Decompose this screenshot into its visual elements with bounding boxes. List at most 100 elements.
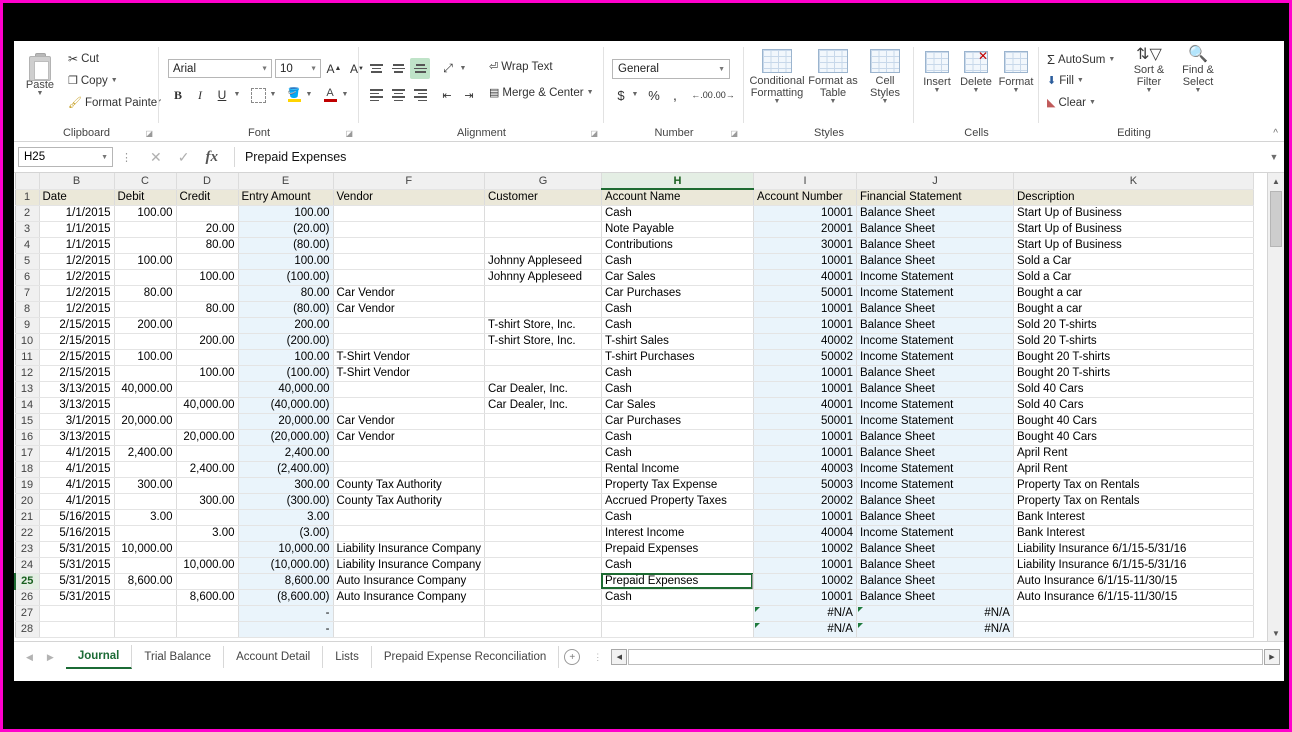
column-header-H[interactable]: H [600, 173, 754, 190]
cell-date[interactable]: 4/1/2015 [39, 445, 115, 462]
cell-entry-amount[interactable]: (300.00) [238, 493, 334, 510]
chevron-down-icon[interactable]: ▼ [1108, 56, 1115, 63]
cell-entry-amount[interactable]: (40,000.00) [238, 397, 334, 414]
table-row[interactable]: 17 4/1/2015 2,400.00 2,400.00 Cash 10001 Balan… [14, 444, 1254, 462]
cell-vendor[interactable] [333, 461, 485, 478]
cell-credit[interactable] [176, 445, 239, 462]
cell-financial-statement[interactable]: Balance Sheet [856, 541, 1014, 558]
format-as-table-button[interactable]: Format as Table ▼ [807, 49, 859, 105]
row-header-8[interactable]: 8 [14, 300, 40, 318]
underline-button[interactable]: U [212, 85, 232, 105]
cell-account-name[interactable]: Cash [601, 429, 754, 446]
fill-button[interactable]: ⬇ Fill ▼ [1045, 73, 1086, 88]
insert-cells-button[interactable]: Insert ▼ [918, 51, 956, 94]
select-all-button[interactable] [14, 173, 40, 190]
bold-button[interactable]: B [168, 85, 188, 105]
clear-button[interactable]: ◣ Clear ▼ [1045, 95, 1098, 110]
name-box[interactable]: H25 ▼ [18, 147, 113, 167]
cell-entry-amount[interactable]: (80.00) [238, 237, 334, 254]
table-row[interactable]: 10 2/15/2015 200.00 (200.00) T-shirt Store, … [14, 332, 1254, 350]
cell-date[interactable]: 1/1/2015 [39, 205, 115, 222]
cell-description[interactable]: Sold 20 T-shirts [1013, 317, 1254, 334]
cell-financial-statement[interactable]: Balance Sheet [856, 381, 1014, 398]
chevron-down-icon[interactable]: ▼ [37, 90, 44, 97]
cell-credit[interactable]: 2,400.00 [176, 461, 239, 478]
cell-debit[interactable]: 10,000.00 [114, 541, 177, 558]
sheet-tab-journal[interactable]: Journal [65, 645, 133, 669]
row-header-11[interactable]: 11 [14, 348, 40, 366]
cell-account-name[interactable]: Car Sales [601, 397, 754, 414]
cell-debit[interactable]: 100.00 [114, 253, 177, 270]
align-bottom-button[interactable] [410, 58, 430, 79]
cell-credit[interactable] [176, 413, 239, 430]
column-header-E[interactable]: E [237, 173, 334, 190]
cell-financial-statement[interactable]: Balance Sheet [856, 317, 1014, 334]
horizontal-scroll-track[interactable] [628, 649, 1263, 665]
row-header-20[interactable]: 20 [14, 492, 40, 510]
row-header-18[interactable]: 18 [14, 460, 40, 478]
decrease-indent-button[interactable]: ⇤ [437, 85, 457, 105]
cell-account-number[interactable]: 20001 [753, 221, 857, 238]
cell-vendor[interactable]: Auto Insurance Company [333, 589, 485, 606]
cell-description[interactable]: Start Up of Business [1013, 237, 1254, 254]
sheet-tab-prepaid-expense-reconciliation[interactable]: Prepaid Expense Reconciliation [372, 646, 560, 668]
cell-credit[interactable] [176, 317, 239, 334]
cell-financial-statement[interactable]: Balance Sheet [856, 493, 1014, 510]
check-icon[interactable]: ✓ [178, 149, 190, 166]
cell-description[interactable]: April Rent [1013, 461, 1254, 478]
cell-credit[interactable]: 10,000.00 [176, 557, 239, 574]
cell-debit[interactable] [114, 493, 177, 510]
cell-date[interactable]: 2/15/2015 [39, 317, 115, 334]
cell-customer[interactable] [484, 477, 602, 494]
cell-customer[interactable]: Johnny Appleseed [484, 269, 602, 286]
cell-financial-statement[interactable]: Balance Sheet [856, 221, 1014, 238]
cell-account-number[interactable]: 10001 [753, 557, 857, 574]
cell-customer[interactable] [484, 541, 602, 558]
cell-description[interactable]: Bought 40 Cars [1013, 413, 1254, 430]
cell-credit[interactable]: 300.00 [176, 493, 239, 510]
column-header-C[interactable]: C [113, 173, 177, 190]
cell-account-name[interactable]: Cash [601, 557, 754, 574]
cell-entry-amount[interactable]: 8,600.00 [238, 573, 334, 590]
cell-vendor[interactable]: County Tax Authority [333, 493, 485, 510]
cell-vendor[interactable] [333, 317, 485, 334]
cell-vendor[interactable]: Auto Insurance Company [333, 573, 485, 590]
cell-customer[interactable] [484, 413, 602, 430]
row-header-23[interactable]: 23 [14, 540, 40, 558]
cell-vendor[interactable] [333, 445, 485, 462]
grow-font-button[interactable]: A ▲ [324, 59, 344, 78]
cell-description[interactable]: Sold a Car [1013, 253, 1254, 270]
row-header-25[interactable]: 25 [14, 572, 40, 590]
cell-account-number[interactable]: 10001 [753, 509, 857, 526]
cell-entry-amount[interactable]: (20,000.00) [238, 429, 334, 446]
cell-entry-amount[interactable]: 20,000.00 [238, 413, 334, 430]
cell-date[interactable]: 3/13/2015 [39, 397, 115, 414]
cell-date[interactable]: 4/1/2015 [39, 461, 115, 478]
align-left-button[interactable] [366, 85, 386, 105]
column-header-F[interactable]: F [332, 173, 485, 190]
table-row[interactable]: 15 3/1/2015 20,000.00 20,000.00 Car Vendor Ca… [14, 412, 1254, 430]
cell-description[interactable]: Property Tax on Rentals [1013, 493, 1254, 510]
cell-entry-amount[interactable]: 300.00 [238, 477, 334, 494]
cell-credit[interactable] [176, 621, 239, 638]
table-row[interactable]: 2 1/1/2015 100.00 100.00 Cash 10001 Balance Sh… [14, 204, 1254, 222]
find-select-button[interactable]: 🔍 Find & Select ▼ [1174, 47, 1222, 95]
delete-cells-button[interactable]: ✕ Delete ▼ [957, 50, 995, 94]
cell-customer[interactable] [484, 205, 602, 222]
cell-account-name[interactable]: Prepaid Expenses▼ [601, 573, 754, 590]
cell-credit[interactable] [176, 605, 239, 622]
cell-debit[interactable]: 2,400.00 [114, 445, 177, 462]
table-row[interactable]: 25 5/31/2015 8,600.00 8,600.00 Auto Insuranc… [14, 572, 1254, 590]
row-header-6[interactable]: 6 [14, 268, 40, 286]
cell-credit[interactable] [176, 349, 239, 366]
chevron-down-icon[interactable]: ▼ [111, 77, 118, 84]
cell-financial-statement[interactable]: Income Statement [856, 285, 1014, 302]
cell-vendor[interactable]: T-Shirt Vendor [333, 349, 485, 366]
cell-date[interactable]: 1/1/2015 [39, 221, 115, 238]
cell-vendor[interactable] [333, 621, 485, 638]
cell-account-name[interactable]: Accrued Property Taxes [601, 493, 754, 510]
cell-financial-statement[interactable]: Balance Sheet [856, 237, 1014, 254]
cell-customer[interactable] [484, 365, 602, 382]
cell-entry-amount[interactable]: (200.00) [238, 333, 334, 350]
cell-date[interactable]: 5/31/2015 [39, 541, 115, 558]
